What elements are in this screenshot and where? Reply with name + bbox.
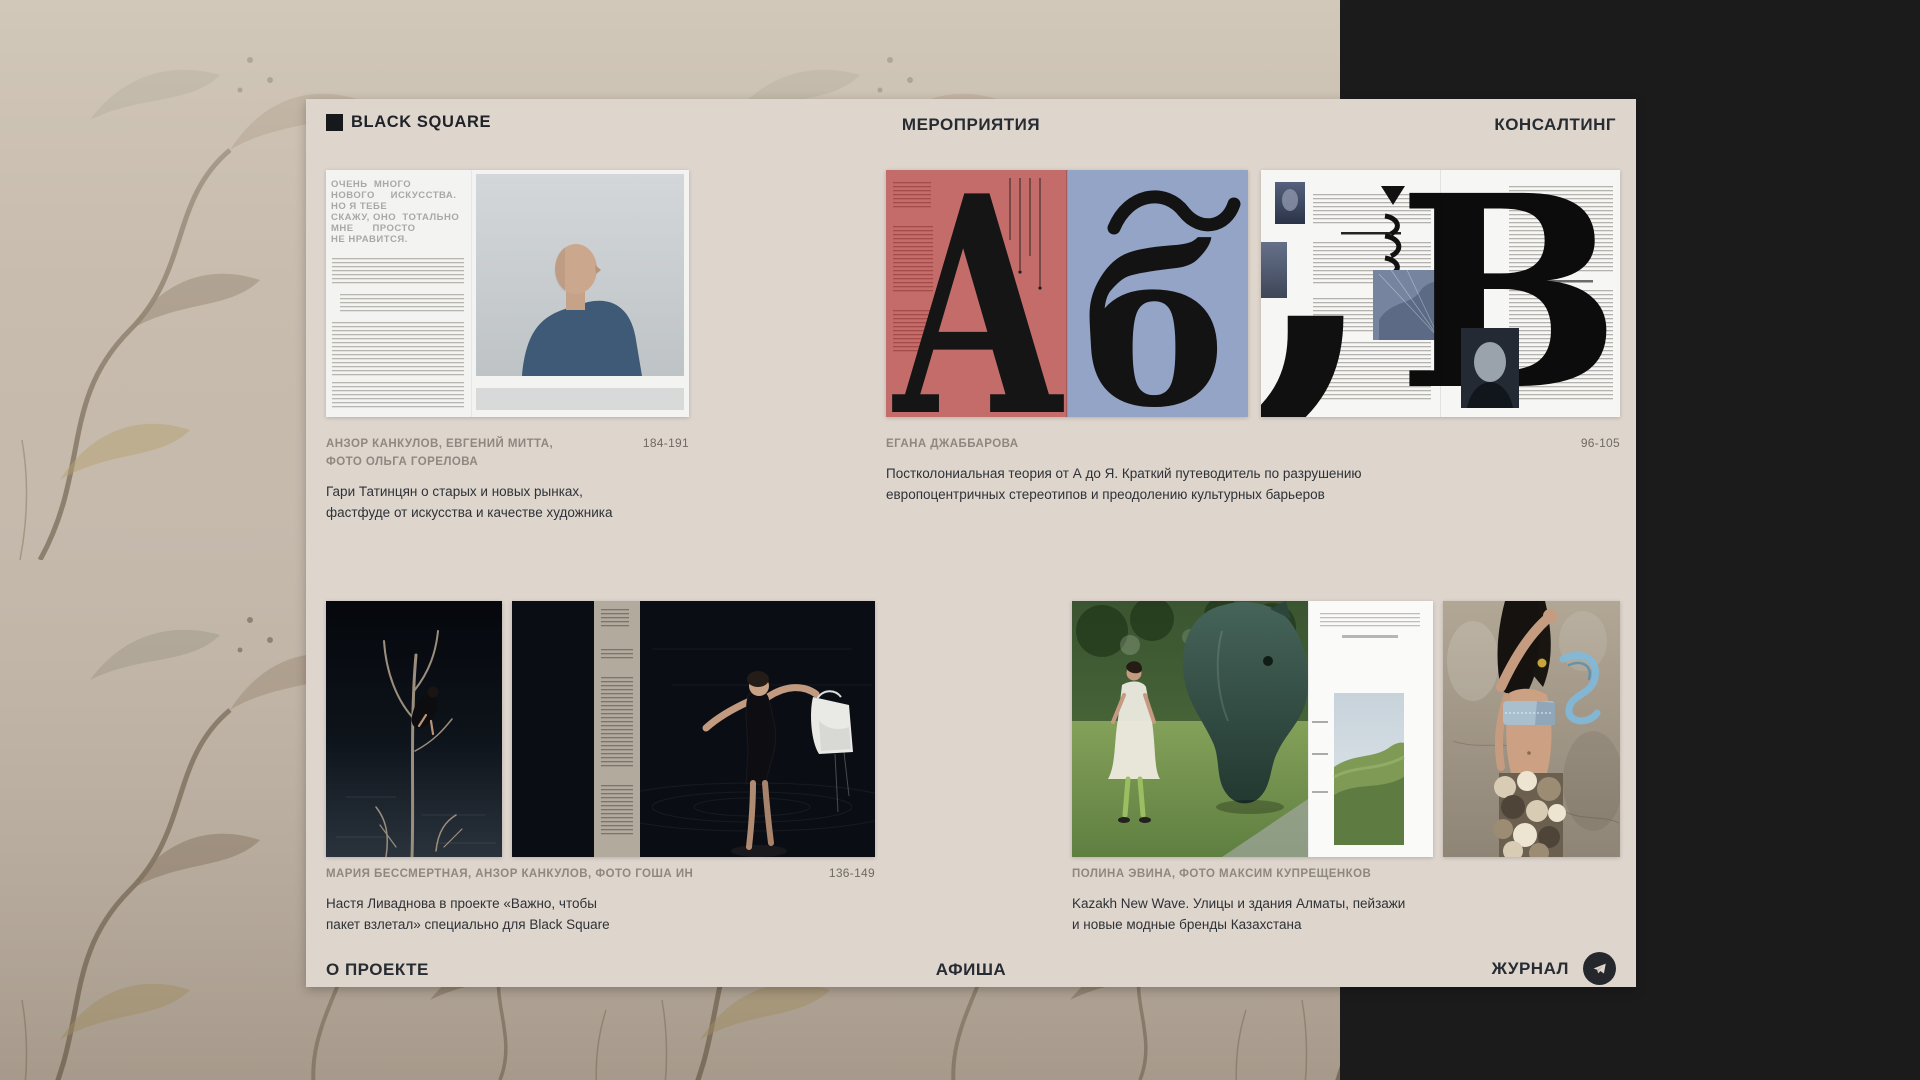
telegram-paper-plane-icon <box>1591 960 1608 977</box>
credits-strip <box>594 601 640 857</box>
svg-text:НО Я ТЕБЕ: НО Я ТЕБЕ <box>331 201 387 212</box>
svg-text:А: А <box>890 170 1066 417</box>
article-authors: ПОЛИНА ЭВИНА, ФОТО МАКСИМ КУПРЕЩЕНКОВ <box>1072 866 1371 884</box>
spread-footer-strip <box>476 388 684 410</box>
article-pages: 96-105 <box>1581 436 1620 450</box>
magazine-spread-tatintsyan[interactable]: ОЧЕНЬ МНОГО НОВОГО ИСКУССТВА. НО Я ТЕБЕ … <box>326 170 689 417</box>
svg-text:ОЧЕНЬ МНОГО: ОЧЕНЬ МНОГО <box>331 179 411 190</box>
hills-photo <box>1334 693 1404 845</box>
giant-comma: , <box>1261 170 1382 417</box>
article-description: Настя Ливаднова в проекте «Важно, чтобы … <box>326 894 875 936</box>
article-authors: АНЗОР КАНКУЛОВ, ЕВГЕНИЙ МИТТА, ФОТО ОЛЬГ… <box>326 436 553 472</box>
article-pages: 136-149 <box>829 866 875 880</box>
article-description: Постколониальная теория от А до Я. Кратк… <box>886 464 1620 506</box>
photo-night-dancer-bag[interactable] <box>512 601 875 857</box>
nav-link-afisha[interactable]: АФИША <box>306 960 1636 980</box>
night-tree-art <box>326 601 502 857</box>
nav-link-journal[interactable]: ЖУРНАЛ <box>1492 959 1569 979</box>
page: BLACK SQUARE МЕРОПРИЯТИЯ КОНСАЛТИНГ ОЧЕН… <box>0 0 1920 1080</box>
svg-text:МНЕ ПРОСТО: МНЕ ПРОСТО <box>331 223 415 234</box>
article-card-tatintsyan: ОЧЕНЬ МНОГО НОВОГО ИСКУССТВА. НО Я ТЕБЕ … <box>326 170 689 523</box>
magazine-spread-letters-a-b[interactable]: А б <box>886 170 1248 417</box>
giant-letter-a: А <box>890 170 1066 417</box>
wall-fashion-art <box>1443 601 1620 857</box>
giant-letter-b: б <box>1082 197 1234 417</box>
svg-text:б: б <box>1082 202 1225 417</box>
article-description: Гари Татинцян о старых и новых рынках, ф… <box>326 482 689 524</box>
article-card-alphabet: А б <box>886 170 1620 506</box>
spread-letters-art: А б <box>886 170 1248 417</box>
nav-link-events[interactable]: МЕРОПРИЯТИЯ <box>306 115 1636 135</box>
svg-text:СКАЖУ, ОНО ТОТАЛЬНО: СКАЖУ, ОНО ТОТАЛЬНО <box>331 212 459 223</box>
park-spread-art <box>1072 601 1433 857</box>
portrait-elderly-woman <box>1461 328 1519 408</box>
body-text-columns <box>332 258 464 408</box>
telegram-button[interactable] <box>1583 952 1616 985</box>
article-card-kazakh-new-wave: ПОЛИНА ЭВИНА, ФОТО МАКСИМ КУПРЕЩЕНКОВ Ka… <box>1072 601 1620 936</box>
photo-wall-fashion[interactable] <box>1443 601 1620 857</box>
article-authors: ЕГАНА ДЖАББАРОВА <box>886 436 1019 454</box>
article-authors: МАРИЯ БЕССМЕРТНАЯ, АНЗОР КАНКУЛОВ, ФОТО … <box>326 866 693 884</box>
main-panel: BLACK SQUARE МЕРОПРИЯТИЯ КОНСАЛТИНГ ОЧЕН… <box>306 99 1636 987</box>
svg-text:НЕ НРАВИТСЯ.: НЕ НРАВИТСЯ. <box>331 234 408 245</box>
magazine-spread-letter-v[interactable]: , В <box>1261 170 1620 417</box>
article-pages: 184-191 <box>643 436 689 450</box>
photo-night-tree[interactable] <box>326 601 502 857</box>
svg-text:НОВОГО ИСКУССТВА.: НОВОГО ИСКУССТВА. <box>331 190 456 201</box>
spread-tatintsyan-art: ОЧЕНЬ МНОГО НОВОГО ИСКУССТВА. НО Я ТЕБЕ … <box>326 170 689 417</box>
spread-letter-v-art: , В <box>1261 170 1620 417</box>
article-description: Kazakh New Wave. Улицы и здания Алматы, … <box>1072 894 1620 936</box>
footer-journal-group: ЖУРНАЛ <box>1492 952 1616 985</box>
nav-link-consulting[interactable]: КОНСАЛТИНГ <box>1494 115 1616 135</box>
portrait-photo-bald-man <box>476 174 684 376</box>
night-dancer-art <box>512 601 875 857</box>
photo-park-horse-sculpture[interactable] <box>1072 601 1433 857</box>
article-card-livadnova: МАРИЯ БЕССМЕРТНАЯ, АНЗОР КАНКУЛОВ, ФОТО … <box>326 601 875 936</box>
